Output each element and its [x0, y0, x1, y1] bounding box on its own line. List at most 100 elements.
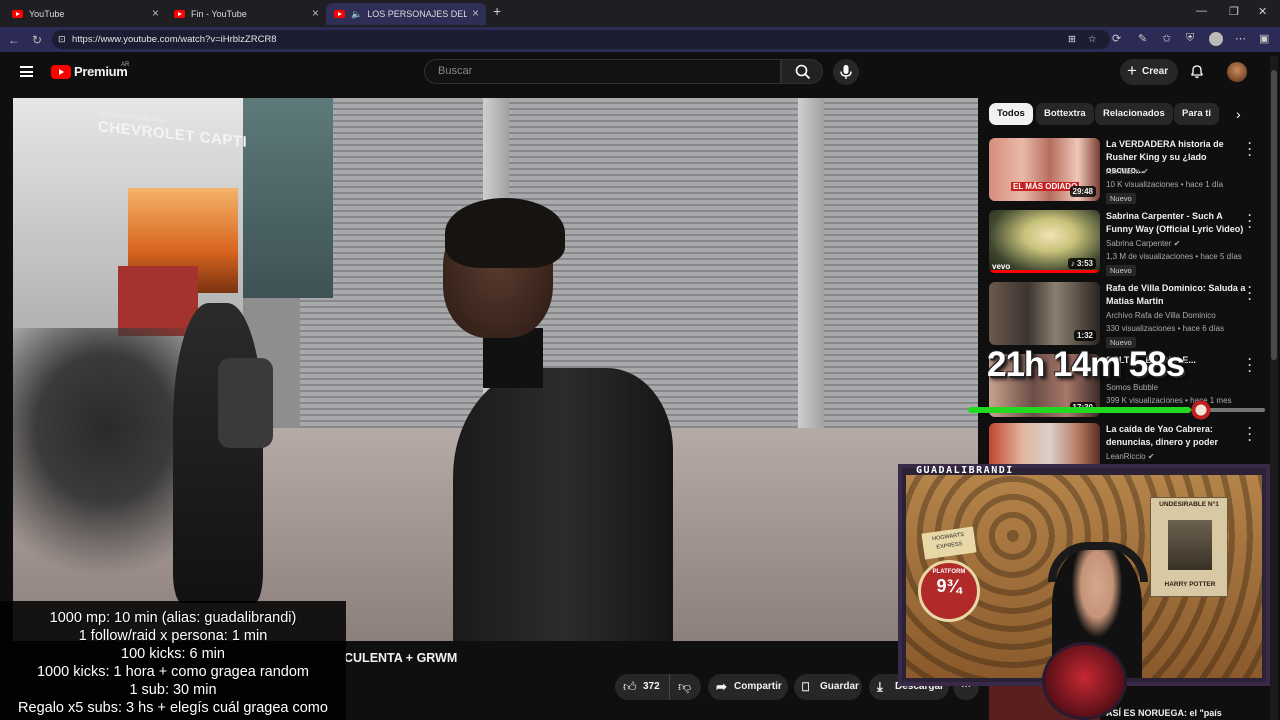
create-button[interactable]: Crear [1120, 58, 1178, 85]
channel-name[interactable]: LeanRiccio ✔ [1106, 452, 1155, 461]
new-badge: Nuevo [1106, 193, 1136, 204]
tab-fin-youtube[interactable]: Fin - YouTube × [166, 3, 326, 25]
notifications-bell-icon[interactable] [1190, 64, 1204, 79]
site-info-icon[interactable]: ⊡ [58, 30, 66, 49]
youtube-logo-icon [51, 64, 71, 79]
youtube-favicon-icon [12, 10, 23, 18]
video-meta: 10 K visualizaciones • hace 1 día [1106, 180, 1224, 189]
poster-photo [1168, 520, 1212, 570]
account-avatar[interactable] [1227, 62, 1247, 82]
minimize-icon[interactable]: — [1196, 5, 1207, 17]
recommendation-title[interactable]: Rafa de Villa Dominico: Saluda a Matias … [1106, 282, 1246, 308]
channel-name-text: LeanRiccio [1106, 452, 1146, 461]
tab-label: YouTube [29, 9, 65, 19]
share-icon: ➦ [716, 679, 727, 694]
video-thumbnail[interactable]: vevo ♪ 3:53 [989, 210, 1100, 273]
refresh-icon[interactable]: ↻ [32, 33, 42, 47]
hamburger-menu-icon[interactable] [20, 66, 33, 77]
goal-line: 1000 mp: 10 min (alias: guadalibrandi) [49, 610, 297, 626]
recommendation-title[interactable]: La caída de Yao Cabrera: denuncias, dine… [1106, 423, 1246, 449]
speaker-icon: 🔈 [351, 8, 363, 19]
save-label: Guardar [820, 681, 859, 692]
profile-icon[interactable] [1209, 32, 1223, 46]
url-field[interactable]: ⊡ https://www.youtube.com/watch?v=iHrblz… [52, 30, 1110, 49]
verified-icon: ✔ [1147, 452, 1155, 461]
tab-youtube[interactable]: YouTube × [4, 3, 166, 25]
microphone-icon [840, 65, 852, 79]
country-code: AR [121, 62, 130, 68]
channel-name-text: Sabrina Carpenter [1106, 239, 1172, 248]
recommendation-title[interactable]: Sabrina Carpenter - Such A Funny Way (Of… [1106, 210, 1246, 236]
maximize-icon[interactable]: ❐ [1229, 5, 1239, 18]
poster-title: UNDESIRABLE N°1 [1159, 501, 1219, 508]
share-button[interactable]: ➦ Compartir [708, 674, 788, 700]
tab-label: Fin - YouTube [191, 9, 247, 19]
channel-name[interactable]: Ale Marin ✔ [1106, 167, 1149, 176]
video-thumbnail[interactable]: 1:32 [989, 282, 1100, 345]
app-icon[interactable]: ⊞ [1068, 30, 1076, 49]
more-options-icon[interactable]: ⋯ [1235, 32, 1246, 45]
duration-text: 3:53 [1076, 259, 1093, 268]
chip-bottextra[interactable]: Bottextra [1036, 103, 1094, 125]
close-tab-icon[interactable]: × [152, 6, 159, 20]
youtube-header: Premium AR Buscar Crear [0, 52, 1280, 94]
close-window-icon[interactable]: ✕ [1258, 5, 1267, 18]
chip-todos[interactable]: Todos [989, 103, 1033, 125]
poster-name: HARRY POTTER [1164, 581, 1216, 588]
recommendation-title[interactable]: ASÍ ES NORUEGA: el "país [1106, 707, 1246, 720]
recommendation-item[interactable]: 1:32 Rafa de Villa Dominico: Saluda a Ma… [989, 281, 1264, 348]
video-thumbnail[interactable]: EL MÁS ODIADO 29:48 [989, 138, 1100, 201]
search-button[interactable] [781, 59, 823, 84]
search-input[interactable]: Buscar [424, 59, 781, 84]
chip-para-ti[interactable]: Para ti [1174, 103, 1220, 125]
favorite-star-icon[interactable]: ☆ [1088, 30, 1097, 49]
channel-name[interactable]: Sabrina Carpenter ✔ [1106, 239, 1180, 248]
recommendation-item[interactable]: EL MÁS ODIADO 29:48 La VERDADERA histori… [989, 137, 1264, 204]
goal-line: 1 sub: 30 min [129, 682, 217, 698]
extensions-icon[interactable]: ⟳ [1112, 32, 1121, 45]
video-player[interactable]: PERSONAJES DEL AÑO CHEVROLET CAPTI [13, 98, 978, 641]
scrollbar-thumb[interactable] [1271, 70, 1277, 360]
voice-search-button[interactable] [833, 59, 859, 85]
search-placeholder: Buscar [438, 65, 473, 77]
video-title: CULENTA + GRWM [344, 651, 458, 665]
goal-line: 1 follow/raid x persona: 1 min [78, 628, 268, 644]
channel-name[interactable]: Archivo Rafa de Villa Dominico [1106, 311, 1216, 320]
video-meta: 330 visualizaciones • hace 6 días [1106, 324, 1224, 333]
close-tab-icon[interactable]: × [312, 6, 319, 20]
stream-goals-overlay: 1000 mp: 10 min (alias: guadalibrandi) 1… [0, 601, 346, 720]
more-vertical-icon[interactable]: · · · [1247, 422, 1253, 446]
chevron-right-icon[interactable]: › [1236, 106, 1241, 122]
video-duration: 29:48 [1069, 186, 1096, 197]
tab-active-video[interactable]: 🔈 LOS PERSONAJES DEL AÑO S × [326, 3, 486, 25]
back-icon[interactable]: ← [8, 33, 20, 47]
more-vertical-icon[interactable]: · · · [1247, 353, 1253, 377]
recommendation-item[interactable]: ASÍ ES NORUEGA: el "país eo [989, 686, 1264, 720]
sidebar-icon[interactable]: ▣ [1259, 32, 1269, 45]
more-vertical-icon[interactable]: · · · [1247, 209, 1253, 233]
like-button[interactable]: 👍︎ 372 [615, 674, 669, 700]
thumbs-up-icon: 👍︎ [623, 679, 637, 694]
video-meta: 399 K visualizaciones • hace 1 mes [1106, 396, 1232, 405]
youtube-premium-logo[interactable]: Premium AR [51, 62, 130, 79]
progress-marker-icon [1190, 399, 1212, 421]
shield-icon[interactable]: ⛨ [1186, 32, 1194, 45]
dislike-button[interactable]: 👎︎ [669, 674, 701, 700]
verified-icon: ✔ [1142, 167, 1149, 176]
more-vertical-icon[interactable]: · · · [1247, 137, 1253, 161]
new-tab-icon[interactable]: + [493, 3, 501, 19]
more-vertical-icon[interactable]: · · · [1247, 281, 1253, 305]
share-label: Compartir [734, 681, 782, 692]
channel-name-text: Ale Marin [1106, 167, 1140, 176]
recommendation-item[interactable]: vevo ♪ 3:53 Sabrina Carpenter - Such A F… [989, 209, 1264, 276]
favorites-icon[interactable]: ✩ [1162, 32, 1171, 45]
close-tab-icon[interactable]: × [472, 6, 479, 20]
bookmark-icon: ⎕ [802, 680, 810, 694]
page-scrollbar[interactable] [1270, 56, 1278, 720]
youtube-favicon-icon [334, 10, 345, 18]
puzzle-icon[interactable]: ✎ [1138, 32, 1147, 45]
video-scene-glass [243, 98, 333, 298]
goal-line: 1000 kicks: 1 hora + como gragea random [36, 664, 310, 680]
chip-relacionados[interactable]: Relacionados [1095, 103, 1173, 125]
save-button[interactable]: ⎕ Guardar [794, 674, 862, 700]
